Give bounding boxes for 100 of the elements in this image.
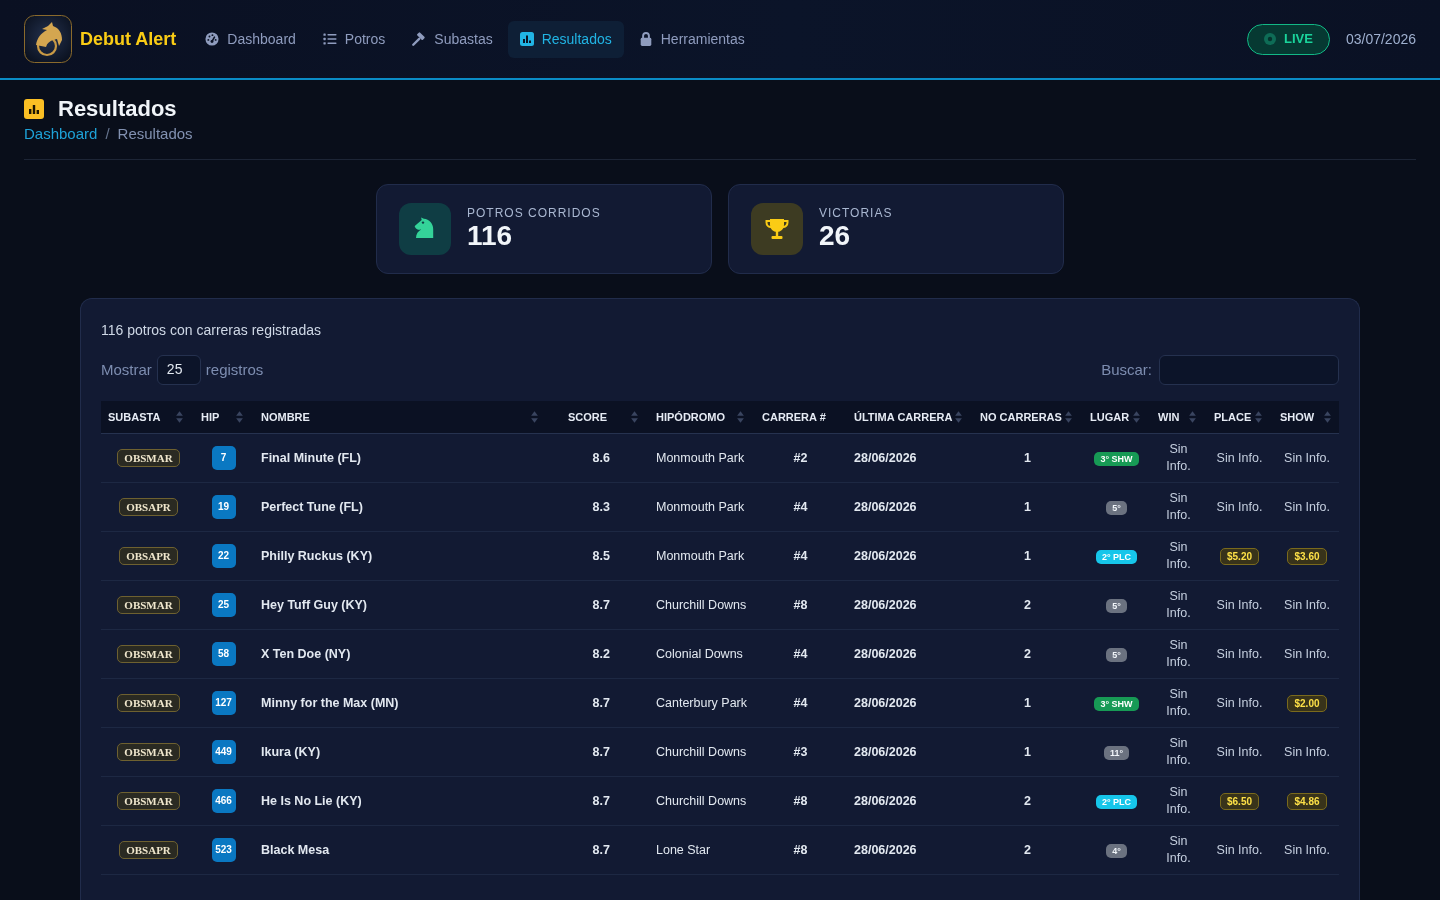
table-cell: 1 <box>970 727 1080 777</box>
table-cell: 28/06/2026 <box>844 531 970 581</box>
table-cell: Monmouth Park <box>646 482 752 532</box>
table-cell: 1 <box>970 482 1080 532</box>
table-cell: Monmouth Park <box>646 531 752 581</box>
table-cell: #8 <box>752 776 844 826</box>
auction-badge: OBSMAR <box>117 645 180 664</box>
payout-badge: $3.60 <box>1287 547 1327 565</box>
horse-logo <box>24 15 72 63</box>
table-cell: 2 <box>970 825 1080 875</box>
nav-link[interactable]: Dashboard <box>193 20 308 58</box>
table-cell: Sin Info. <box>1204 825 1270 875</box>
breadcrumb-separator: / <box>105 125 110 143</box>
page-size-select[interactable]: 25 <box>156 354 201 385</box>
column-header[interactable]: NO CARRERAS <box>970 400 1080 434</box>
search-label: Buscar: <box>1101 359 1152 380</box>
sort-icon <box>1324 411 1331 424</box>
table-cell: Sin Info. <box>1270 580 1339 630</box>
table-cell: Monmouth Park <box>646 433 752 483</box>
table-cell: 8.6 <box>546 433 646 483</box>
table-cell: Sin Info. <box>1204 678 1270 728</box>
table-cell: #4 <box>752 531 844 581</box>
table-cell: 8.7 <box>546 580 646 630</box>
sort-icon <box>1133 411 1140 424</box>
finish-badge: 4° <box>1106 843 1127 858</box>
table-cell: 1 <box>970 433 1080 483</box>
table-cell: #4 <box>752 629 844 679</box>
column-header[interactable]: HIP <box>191 400 251 434</box>
column-header[interactable]: ÚLTIMA CARRERA <box>844 400 970 434</box>
stat-value: 116 <box>467 220 514 253</box>
table-cell: 28/06/2026 <box>844 433 970 483</box>
page-title: Resultados <box>58 96 177 123</box>
table-cell: 8.7 <box>546 825 646 875</box>
column-header[interactable]: SHOW <box>1270 400 1339 434</box>
table-cell: Final Minute (FL) <box>251 433 546 483</box>
column-header[interactable]: WIN <box>1148 400 1204 434</box>
sort-icon <box>1065 411 1072 424</box>
table-cell: Sin Info. <box>1270 482 1339 532</box>
table-cell: Sin Info. <box>1148 776 1204 826</box>
stat-label: VICTORIAS <box>819 205 893 220</box>
table-cell: 1 <box>970 678 1080 728</box>
table-cell: 28/06/2026 <box>844 482 970 532</box>
table-cell: Sin Info. <box>1148 727 1204 777</box>
table-cell: 1 <box>970 531 1080 581</box>
auction-badge: OBSMAR <box>117 743 180 762</box>
payout-badge: $2.00 <box>1287 694 1327 712</box>
table-cell: Sin Info. <box>1204 580 1270 630</box>
column-header[interactable]: SCORE <box>546 400 646 434</box>
table-cell: Sin Info. <box>1148 531 1204 581</box>
table-cell: Sin Info. <box>1204 629 1270 679</box>
sort-icon <box>236 411 243 424</box>
column-header[interactable]: SUBASTA <box>101 400 191 434</box>
breadcrumb-current: Resultados <box>117 125 193 143</box>
table-cell: Ikura (KY) <box>251 727 546 777</box>
table-cell: X Ten Doe (NY) <box>251 629 546 679</box>
sort-icon <box>955 411 962 424</box>
table-cell: Philly Ruckus (KY) <box>251 531 546 581</box>
live-label: LIVE <box>1284 30 1313 49</box>
table-cell: Sin Info. <box>1204 727 1270 777</box>
nav-link[interactable]: Resultados <box>507 20 624 58</box>
column-header[interactable]: NOMBRE <box>251 400 546 434</box>
table-cell: #4 <box>752 678 844 728</box>
table-cell: #2 <box>752 433 844 483</box>
payout-badge: $4.86 <box>1287 792 1327 810</box>
sort-icon <box>1189 411 1196 424</box>
column-header[interactable]: LUGAR <box>1080 400 1148 434</box>
finish-badge: 5° <box>1106 647 1127 662</box>
table-cell: 8.7 <box>546 727 646 777</box>
nav-link[interactable]: Herramientas <box>626 20 757 58</box>
table-cell: 28/06/2026 <box>844 776 970 826</box>
hip-number-badge: 25 <box>211 593 236 618</box>
nav-link[interactable]: Potros <box>310 20 398 58</box>
sort-icon <box>531 411 538 424</box>
length-suffix: registros <box>205 359 264 380</box>
table-cell: #3 <box>752 727 844 777</box>
table-cell: #8 <box>752 825 844 875</box>
finish-badge: 5° <box>1106 500 1127 515</box>
search-field[interactable] <box>1159 354 1339 385</box>
finish-badge: 2° PLC <box>1095 549 1138 564</box>
column-header[interactable]: HIPÓDROMO <box>646 400 752 434</box>
sort-icon <box>631 411 638 424</box>
table-cell: 8.2 <box>546 629 646 679</box>
hip-number-badge: 466 <box>211 789 236 814</box>
breadcrumb-link[interactable]: Dashboard <box>24 125 98 143</box>
auction-badge: OBSAPR <box>119 498 178 517</box>
hip-number-badge: 22 <box>211 544 236 569</box>
table-cell: Sin Info. <box>1204 433 1270 483</box>
column-header[interactable]: PLACE <box>1204 400 1270 434</box>
table-cell: 28/06/2026 <box>844 678 970 728</box>
sort-icon <box>1255 411 1262 424</box>
sort-icon <box>737 411 744 424</box>
finish-badge: 3° SHW <box>1094 696 1139 711</box>
table-cell: Perfect Tune (FL) <box>251 482 546 532</box>
auction-badge: OBSAPR <box>119 547 178 566</box>
nav-link[interactable]: Subastas <box>400 20 505 58</box>
table-cell: Sin Info. <box>1148 433 1204 483</box>
table-cell: Lone Star <box>646 825 752 875</box>
finish-badge: 5° <box>1106 598 1127 613</box>
table-cell: Canterbury Park <box>646 678 752 728</box>
table-cell: Colonial Downs <box>646 629 752 679</box>
